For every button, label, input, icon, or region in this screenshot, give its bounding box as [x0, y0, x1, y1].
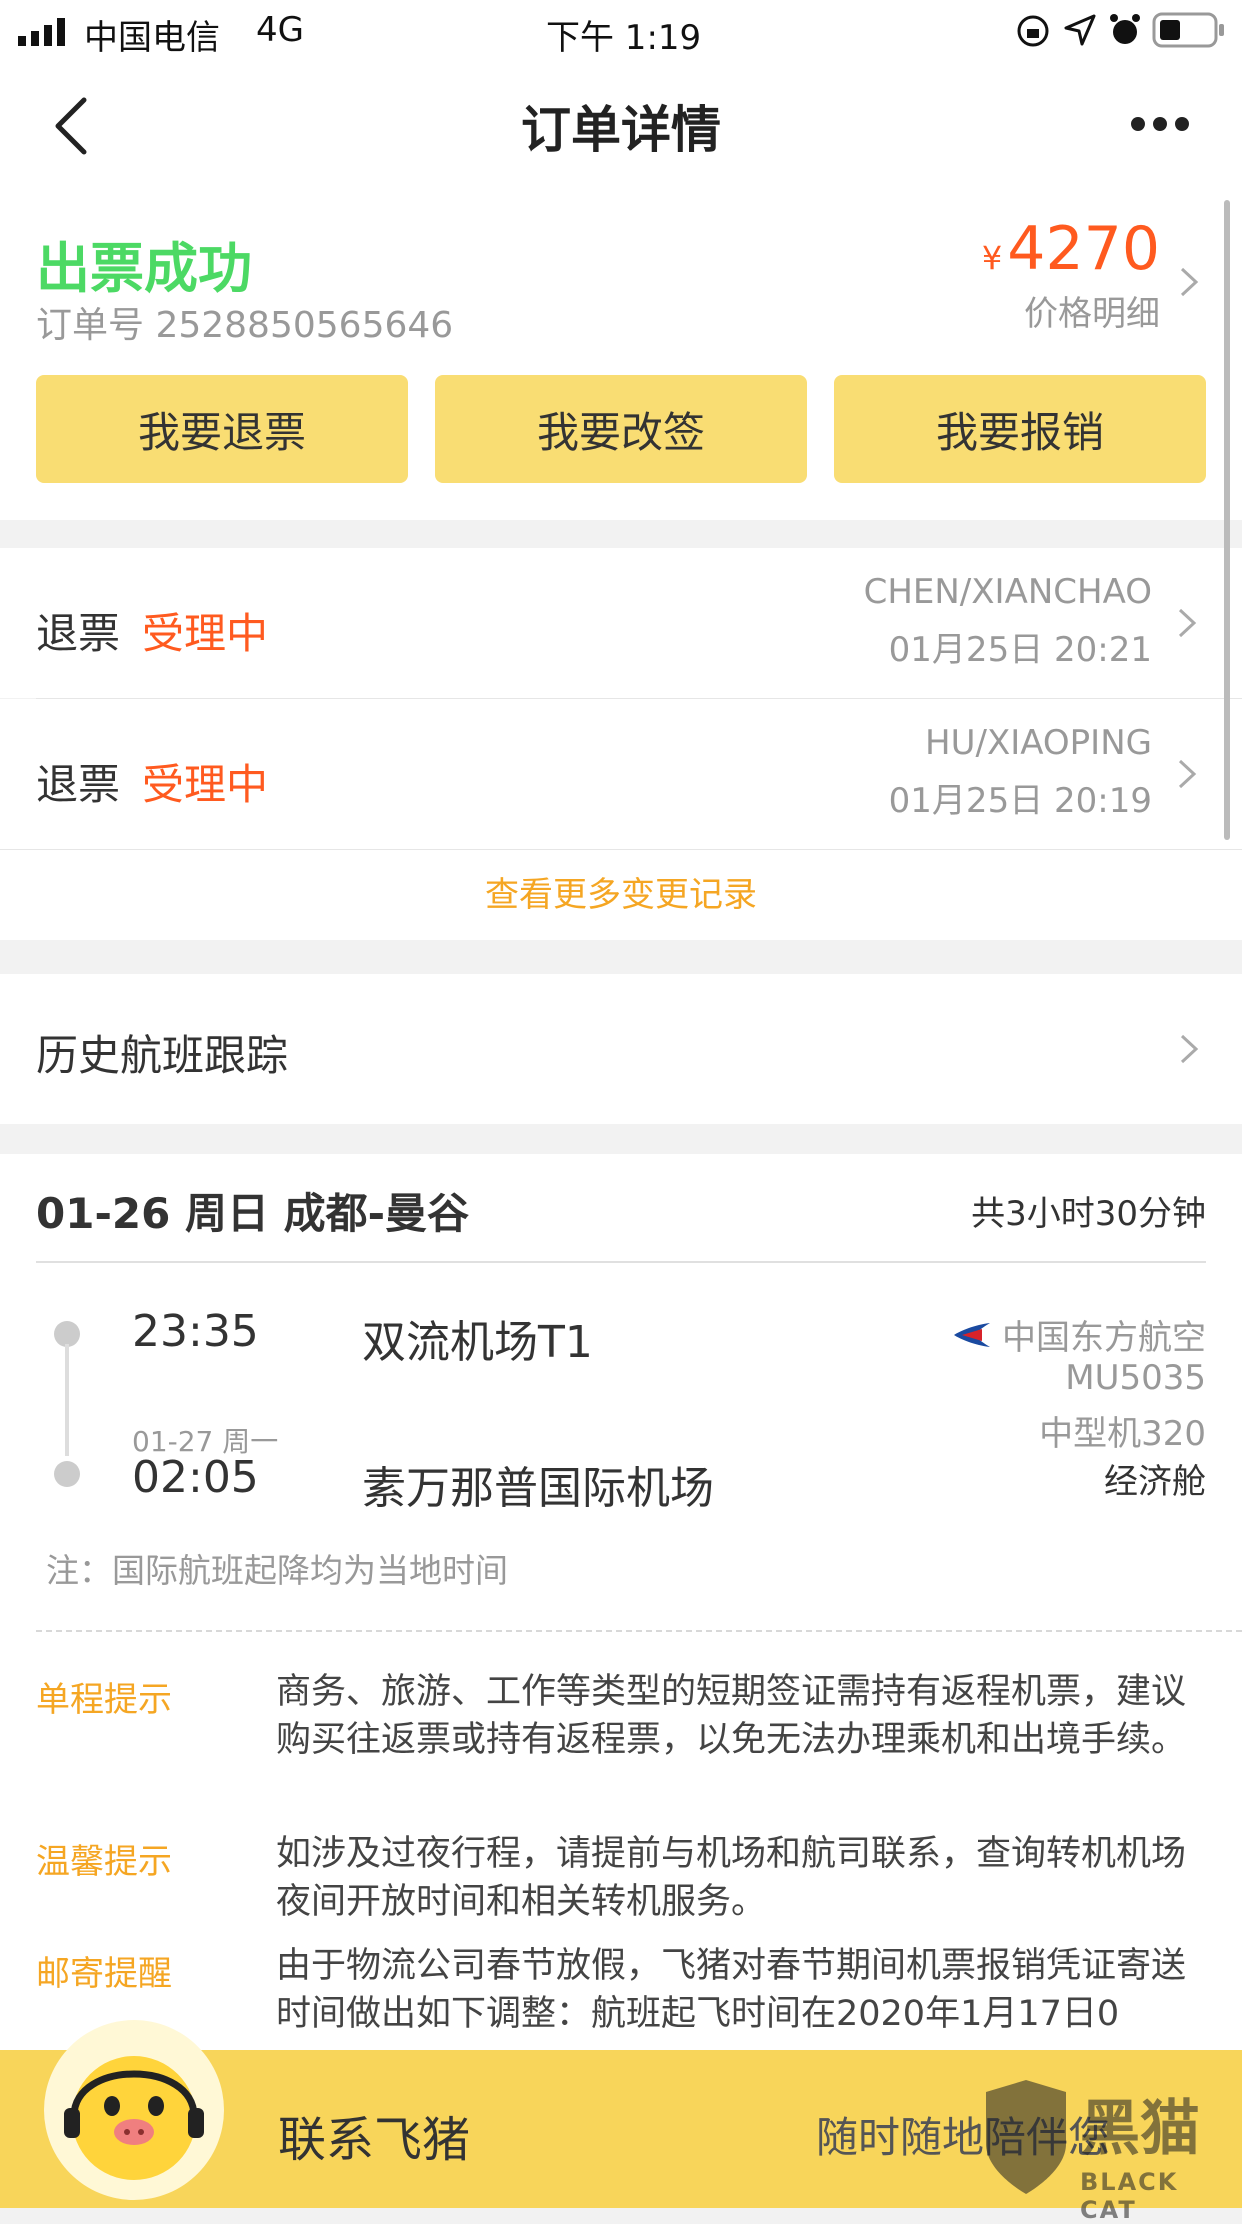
divider: [36, 1261, 1206, 1263]
tip-label: 单程提示: [36, 1680, 172, 1720]
network-label: 4G: [256, 10, 304, 50]
record-status: 受理中: [142, 609, 269, 658]
history-tracking-row[interactable]: 历史航班跟踪: [0, 974, 1242, 1124]
airline-logo-icon: [954, 1322, 990, 1347]
local-time-note: 注：国际航班起降均为当地时间: [46, 1551, 508, 1590]
signal-icon: [18, 18, 65, 46]
aircraft-type: 中型机320: [1039, 1414, 1206, 1454]
passenger-name: HU/XIAOPING: [925, 723, 1152, 763]
location-icon: [1064, 14, 1096, 46]
alarm-icon: [1110, 14, 1140, 44]
black-cat-watermark: 黑猫 BLACK CAT: [976, 2074, 1232, 2224]
more-records-link[interactable]: 查看更多变更记录: [0, 850, 1242, 940]
clock: 下午 1:19: [546, 18, 702, 58]
more-icon[interactable]: [1130, 116, 1190, 132]
tip-label: 邮寄提醒: [36, 1954, 172, 1994]
arrival-dot: [54, 1461, 80, 1487]
watermark-text-cn: 黑猫: [1080, 2094, 1200, 2164]
rotation-lock-icon: [1017, 15, 1049, 47]
order-number: 订单号 2528850565646: [36, 305, 454, 346]
black-cat-logo-icon: [986, 2080, 1066, 2194]
reimburse-button[interactable]: 我要报销: [834, 375, 1206, 483]
record-time: 01月25日 20:21: [888, 630, 1152, 670]
record-type: 退票: [36, 609, 121, 658]
change-button[interactable]: 我要改签: [435, 375, 807, 483]
navigation-bar: 订单详情: [0, 62, 1242, 190]
flight-header: 01-26 周日 成都-曼谷: [36, 1189, 470, 1238]
departure-airport: 双流机场T1: [362, 1317, 593, 1368]
contact-label: 联系飞猪: [278, 2112, 471, 2168]
change-record-row[interactable]: 退票 受理中 CHEN/XIANCHAO 01月25日 20:21: [0, 548, 1242, 698]
mascot-avatar: [44, 2020, 224, 2200]
chevron-right-icon: [1178, 608, 1197, 638]
ticket-status: 出票成功: [36, 237, 252, 300]
refund-button[interactable]: 我要退票: [36, 375, 408, 483]
tip-text: 由于物流公司春节放假，飞猪对春节期间机票报销凭证寄送时间做出如下调整：航班起飞时…: [276, 1946, 1187, 2034]
record-status: 受理中: [142, 760, 269, 809]
timeline-line: [65, 1344, 69, 1456]
watermark-text-en: BLACK CAT: [1080, 2168, 1179, 2224]
currency-symbol: ¥: [981, 239, 1003, 277]
airline-name: 中国东方航空: [1002, 1318, 1206, 1358]
price-value: 4270: [1007, 214, 1160, 284]
tip-text: 如涉及过夜行程，请提前与机场和航司联系，查询转机机场夜间开放时间和相关转机服务。: [276, 1834, 1187, 1922]
dashed-divider: [36, 1630, 1242, 1632]
carrier-label: 中国电信: [84, 18, 220, 58]
mascot-pig-icon: [64, 2056, 204, 2180]
chevron-right-icon: [1180, 1034, 1199, 1064]
flight-number: MU5035: [1065, 1358, 1206, 1398]
tip-label: 温馨提示: [36, 1842, 172, 1882]
chevron-right-icon: [1180, 267, 1199, 297]
arrival-time: 02:05: [132, 1452, 259, 1503]
contact-bar[interactable]: 联系飞猪 随时随地陪伴您 黑猫 BLACK CAT: [0, 2020, 1242, 2224]
cabin-class: 经济舱: [1104, 1462, 1206, 1502]
battery-icon: [1152, 12, 1224, 48]
tip-text: 商务、旅游、工作等类型的短期签证需持有返程机票，建议购买往返票或持有返程票，以免…: [276, 1672, 1187, 1760]
chevron-right-icon: [1178, 759, 1197, 789]
price-block[interactable]: ¥ 4270 价格明细: [982, 214, 1160, 335]
price-detail-link[interactable]: 价格明细: [982, 286, 1160, 335]
departure-time: 23:35: [132, 1306, 259, 1357]
scrollbar[interactable]: [1224, 200, 1230, 840]
record-type: 退票: [36, 760, 121, 809]
record-time: 01月25日 20:19: [888, 781, 1152, 821]
airline-row: 中国东方航空: [952, 1310, 1206, 1359]
change-record-row[interactable]: 退票 受理中 HU/XIAOPING 01月25日 20:19: [0, 699, 1242, 849]
status-bar: 中国电信 4G 下午 1:19: [0, 0, 1242, 62]
history-tracking-label: 历史航班跟踪: [36, 1031, 289, 1080]
passenger-name: CHEN/XIANCHAO: [863, 572, 1152, 612]
flight-duration: 共3小时30分钟: [971, 1194, 1206, 1234]
page-title: 订单详情: [521, 101, 721, 159]
arrival-airport: 素万那普国际机场: [362, 1463, 714, 1514]
